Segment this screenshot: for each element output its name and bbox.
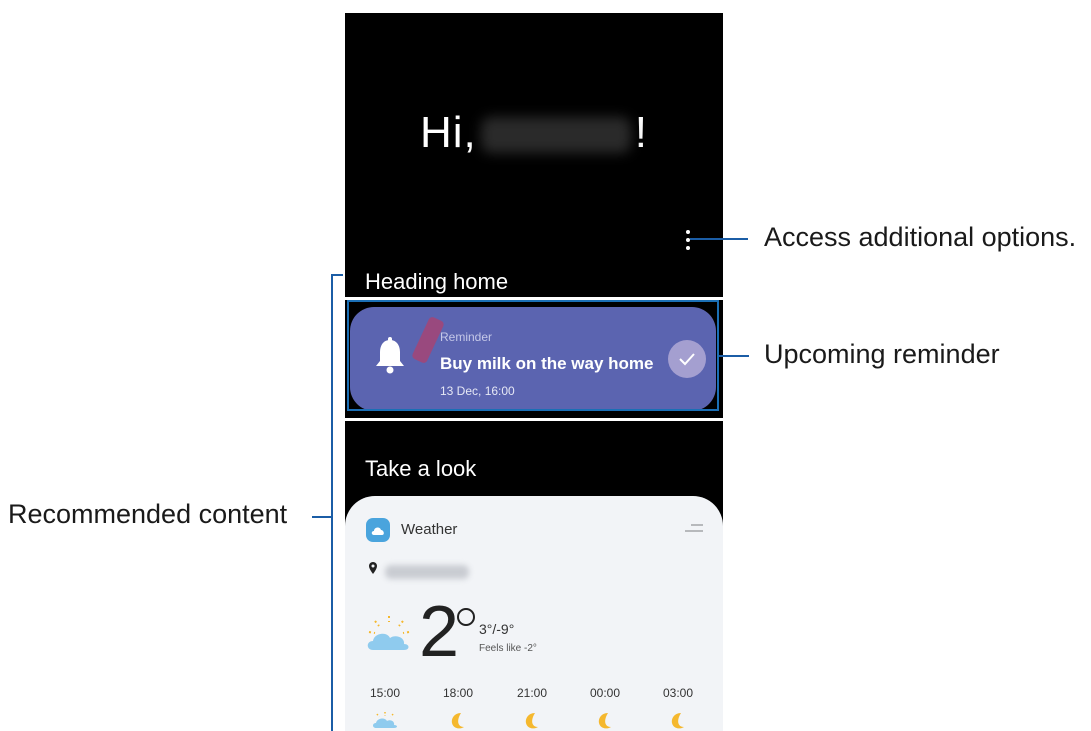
moon-icon (671, 713, 684, 729)
hour-time: 21:00 (516, 686, 548, 700)
feels-like: Feels like -2° (479, 643, 537, 654)
weather-app-icon (366, 518, 390, 542)
callout-options: Access additional options. (764, 222, 1077, 252)
greeting: Hi,! (345, 108, 723, 158)
hour-time: 18:00 (442, 686, 474, 700)
sun-cloud-icon (367, 616, 410, 650)
drag-handle-icon[interactable] (685, 524, 703, 536)
hour-time: 15:00 (369, 686, 401, 700)
hour-time: 00:00 (589, 686, 621, 700)
callout-line (312, 516, 331, 518)
bracket-line (331, 274, 333, 731)
moon-icon (525, 713, 538, 729)
callout-line (690, 238, 748, 240)
hour-item: 18:00 (428, 686, 488, 730)
callout-reminder: Upcoming reminder (764, 339, 1000, 369)
bracket-line (331, 274, 343, 276)
hour-item: 03:00 (648, 686, 708, 730)
greeting-prefix: Hi, (419, 108, 477, 157)
reminder-highlight-box (347, 300, 719, 411)
section-heading-home: Heading home (365, 269, 509, 294)
current-temperature: 2 (419, 592, 460, 672)
divider (345, 418, 723, 421)
weather-card[interactable]: Weather 2 3°/-9° Feels like -2° 15:00 18… (345, 496, 723, 731)
greeting-suffix: ! (634, 108, 648, 157)
moon-icon (451, 713, 464, 729)
weather-title: Weather (401, 521, 458, 538)
hour-item: 21:00 (502, 686, 562, 730)
sun-cloud-icon (373, 712, 397, 728)
blurred-location (385, 565, 469, 579)
degree-symbol (457, 608, 475, 626)
callout-line (719, 355, 749, 357)
moon-icon (598, 713, 611, 729)
more-options-icon[interactable] (681, 230, 695, 250)
hour-time: 03:00 (662, 686, 694, 700)
blurred-user-name (480, 117, 631, 154)
section-take-a-look: Take a look (365, 456, 477, 481)
hour-item: 15:00 (355, 686, 415, 728)
hour-item: 00:00 (575, 686, 635, 730)
high-low-temperature: 3°/-9° (479, 621, 515, 637)
location-pin-icon (369, 562, 377, 574)
callout-recommended: Recommended content (8, 499, 288, 529)
